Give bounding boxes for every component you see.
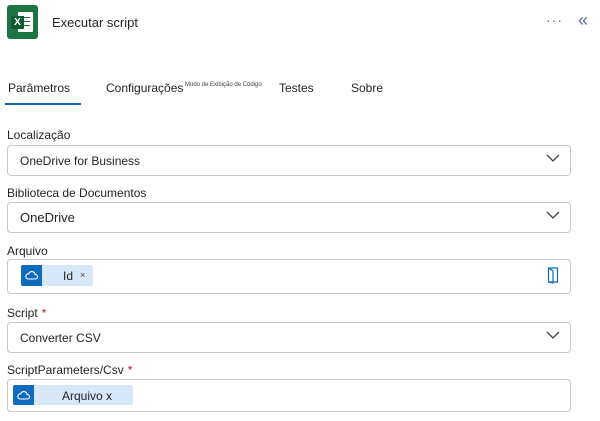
script-value: Converter CSV (20, 331, 101, 345)
tab-configuracoes[interactable]: Configurações (106, 81, 183, 95)
action-title: Executar script (52, 15, 138, 30)
location-value: OneDrive for Business (20, 154, 141, 168)
file-input[interactable]: Id × (7, 259, 571, 294)
csv-token[interactable]: Arquivo x (13, 385, 133, 405)
more-options-icon[interactable]: ··· (546, 12, 563, 28)
chevron-down-icon (546, 211, 560, 219)
required-mark: * (127, 363, 133, 377)
tab-sobre[interactable]: Sobre (351, 81, 383, 95)
active-tab-indicator (5, 103, 81, 105)
tab-code-view[interactable]: Modo de Exibição de Código (185, 82, 262, 88)
tab-testes[interactable]: Testes (279, 81, 314, 95)
file-token-label: Id (63, 269, 74, 283)
script-dropdown[interactable]: Converter CSV (7, 322, 571, 353)
file-label: Arquivo (7, 244, 48, 258)
cloud-icon (13, 385, 34, 405)
doc-library-dropdown[interactable]: OneDrive (7, 202, 571, 233)
chevron-down-icon (546, 331, 560, 339)
required-mark: * (41, 306, 47, 320)
file-picker-icon[interactable] (546, 266, 560, 284)
location-dropdown[interactable]: OneDrive for Business (7, 145, 571, 176)
csv-token-label: Arquivo x (62, 389, 113, 403)
remove-token-icon[interactable]: × (80, 270, 85, 280)
location-label: Localização (7, 128, 71, 142)
collapse-panel-icon[interactable]: « (578, 10, 588, 31)
doc-library-label: Biblioteca de Documentos (7, 186, 147, 200)
file-id-token[interactable]: Id × (21, 265, 93, 286)
tab-parametros[interactable]: Parâmetros (8, 81, 70, 95)
chevron-down-icon (546, 154, 560, 162)
csv-label: ScriptParameters/Csv * (7, 363, 133, 377)
excel-icon: X (7, 5, 38, 39)
script-label: Script * (7, 306, 47, 320)
doc-library-value: OneDrive (20, 210, 75, 225)
cloud-icon (21, 265, 42, 286)
csv-input[interactable]: Arquivo x (7, 379, 571, 412)
